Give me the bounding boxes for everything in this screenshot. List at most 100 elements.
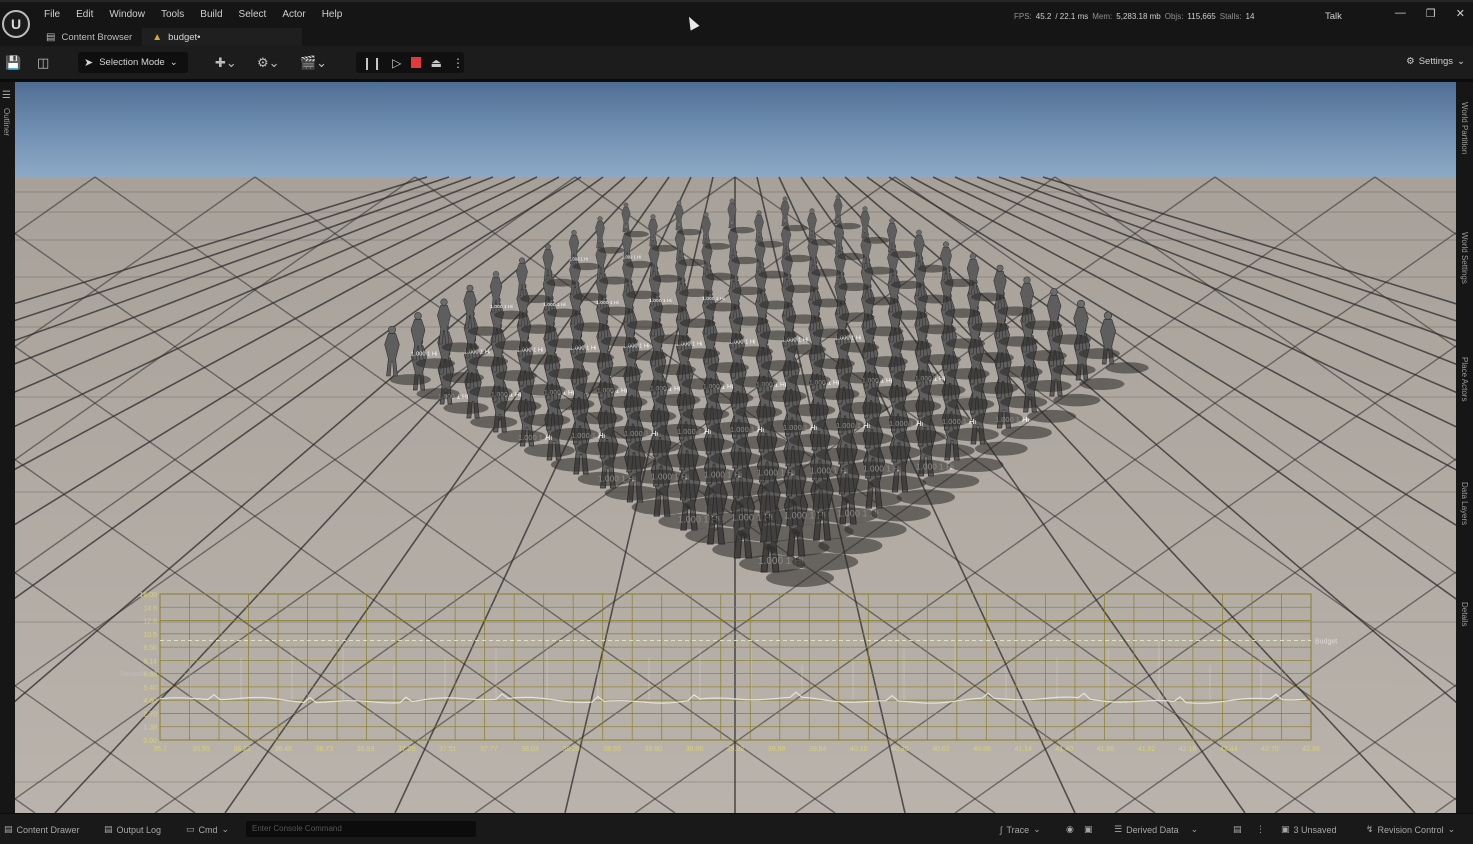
menu-build[interactable]: Build — [192, 8, 230, 22]
selection-mode-dropdown[interactable]: ➤ Selection Mode ⌄ — [78, 52, 188, 73]
agent-head — [492, 271, 500, 278]
agent-head — [440, 298, 448, 306]
graph-x-tick: 38.03 — [521, 746, 539, 753]
menu-edit[interactable]: Edit — [68, 8, 101, 22]
unreal-logo-icon[interactable]: U — [2, 10, 30, 38]
graph-x-tick: 41.92 — [1138, 746, 1156, 753]
tab-details[interactable]: Details — [1460, 602, 1469, 626]
objs-label: Objs: — [1164, 12, 1184, 21]
graph-x-tick: 38.80 — [645, 746, 663, 753]
menu-tools[interactable]: Tools — [153, 8, 192, 22]
derived-data-label: Derived Data — [1126, 824, 1179, 835]
graph-x-tick: 35.7 — [153, 746, 167, 753]
document-tabs: ▤ Content Browser ▲ budget• — [36, 28, 303, 48]
tab-content-browser[interactable]: ▤ Content Browser — [36, 28, 142, 46]
step-frame-icon[interactable]: ▷ — [392, 56, 401, 70]
close-icon[interactable]: ✕ — [1456, 7, 1465, 20]
talk-button[interactable]: Talk — [1325, 11, 1342, 22]
record-icon[interactable]: ◉ — [1066, 824, 1074, 835]
agent-head — [969, 253, 977, 260]
tab-world-settings[interactable]: World Settings — [1460, 232, 1469, 284]
graph-y-tick: 10.5 — [143, 632, 157, 639]
tab-world-partition[interactable]: World Partition — [1460, 102, 1469, 154]
agent-debug-label: 1.000 1 Hi — [622, 255, 641, 260]
menu-actor[interactable]: Actor — [274, 8, 313, 22]
agent-head — [729, 198, 735, 204]
agent-head — [942, 241, 950, 248]
agent-debug-label: 1.000 1 Hi — [702, 296, 725, 302]
stalls-label: Stalls: — [1219, 12, 1242, 21]
unsaved-label: 3 Unsaved — [1293, 824, 1337, 835]
tab-label: Content Browser — [61, 31, 133, 43]
window-controls: — ❐ ✕ — [1395, 7, 1465, 20]
revision-control-button[interactable]: ↯ Revision Control ⌄ — [1366, 824, 1455, 835]
objs-value: 115,665 — [1187, 12, 1216, 21]
agent-head — [597, 216, 603, 222]
budget-label: Budget — [1315, 638, 1337, 645]
more-icon[interactable]: ⋮ — [1256, 824, 1265, 835]
minimize-icon[interactable]: — — [1395, 7, 1406, 20]
cmd-dropdown[interactable]: ▭ Cmd ⌄ — [186, 824, 229, 835]
viewport-canvas[interactable]: 1.000 1 Hi 1.000 1 Hi 1.000 1 Hi 1.000 1 Hi… — [15, 82, 1456, 813]
graph-x-tick: 42.44 — [1220, 746, 1238, 753]
graph-x-tick: 42.18 — [1179, 746, 1197, 753]
more-options-icon[interactable]: ⋮ — [452, 56, 464, 70]
hamburger-icon[interactable]: ☰ — [2, 90, 11, 101]
status-bar: ▤ Content Drawer ▤ Output Log ▭ Cmd ⌄ En… — [0, 813, 1473, 844]
branch-icon: ↯ — [1366, 824, 1374, 834]
unsaved-button[interactable]: ▣ 3 Unsaved — [1281, 824, 1337, 835]
output-log-button[interactable]: ▤ Output Log — [104, 824, 161, 835]
agent-head — [889, 218, 895, 224]
menu-file[interactable]: File — [36, 8, 68, 22]
content-drawer-label: Content Drawer — [16, 824, 80, 835]
unsaved-icon: ▣ — [1281, 824, 1290, 834]
main-toolbar: 💾 ◫ ➤ Selection Mode ⌄ ✚⌄ ⚙⌄ 🎬⌄ ❙❙ ▷ ⏏ ⋮… — [0, 46, 1473, 80]
tab-data-layers[interactable]: Data Layers — [1460, 482, 1469, 525]
level-viewport[interactable]: 1.000 1 Hi 1.000 1 Hi 1.000 1 Hi 1.000 1 Hi… — [15, 82, 1456, 813]
agent-head — [1077, 299, 1085, 308]
save-icon[interactable]: 💾 — [5, 55, 21, 71]
restore-icon[interactable]: ❐ — [1426, 7, 1436, 20]
cinematics-icon[interactable]: 🎬⌄ — [300, 55, 327, 71]
graph-x-tick: 39.32 — [727, 746, 745, 753]
graph-y-tick: 2.70 — [143, 711, 157, 718]
mouse-cursor-icon — [684, 14, 700, 31]
right-panel-strip: World Partition World Settings Place Act… — [1456, 82, 1473, 813]
graph-x-tick: 42.96 — [1302, 746, 1320, 753]
blueprint-icon[interactable]: ⚙⌄ — [257, 55, 280, 71]
menu-select[interactable]: Select — [231, 8, 275, 22]
add-actor-icon[interactable]: ✚⌄ — [215, 55, 237, 71]
derived-data-button[interactable]: ☰ Derived Data ⌄ — [1114, 824, 1198, 835]
menu-window[interactable]: Window — [101, 8, 153, 22]
agent-head — [809, 208, 815, 214]
agent-head — [414, 312, 422, 320]
settings-button[interactable]: ⚙ Settings ⌄ — [1406, 56, 1465, 67]
eject-icon[interactable]: ⏏ — [431, 56, 442, 70]
stop-icon[interactable] — [411, 57, 421, 68]
tab-place-actors[interactable]: Place Actors — [1460, 357, 1469, 401]
agent-head — [388, 325, 396, 334]
graph-x-tick: 38.29 — [562, 746, 580, 753]
console-input[interactable]: Enter Console Command — [246, 821, 476, 837]
tab-outliner[interactable]: Outliner — [2, 108, 11, 136]
graph-x-tick: 37.25 — [398, 746, 416, 753]
frame-ms-value: / 22.1 ms — [1055, 12, 1089, 21]
agent-head — [1103, 311, 1113, 320]
trace-button[interactable]: ∫ Trace ⌄ — [1000, 824, 1041, 835]
screenshot-icon[interactable]: ▣ — [1084, 824, 1093, 835]
pause-icon[interactable]: ❙❙ — [362, 56, 382, 70]
menu-help[interactable]: Help — [314, 8, 351, 22]
graph-x-tick: 39.06 — [686, 746, 704, 753]
chevron-down-icon: ⌄ — [169, 57, 178, 68]
agent-head — [862, 206, 868, 212]
content-drawer-button[interactable]: ▤ Content Drawer — [4, 824, 80, 835]
chevron-down-icon: ⌄ — [1190, 824, 1199, 834]
smoothed-label: Smoothed — [120, 671, 152, 678]
stats-icon[interactable]: ▤ — [1233, 824, 1242, 835]
output-log-label: Output Log — [116, 824, 162, 835]
tab-budget-level[interactable]: ▲ budget• — [142, 28, 303, 46]
agent-head — [1023, 276, 1031, 284]
content-icon[interactable]: ◫ — [37, 55, 49, 71]
fps-label: FPS: — [1014, 12, 1032, 21]
chevron-down-icon: ⌄ — [1457, 56, 1465, 67]
